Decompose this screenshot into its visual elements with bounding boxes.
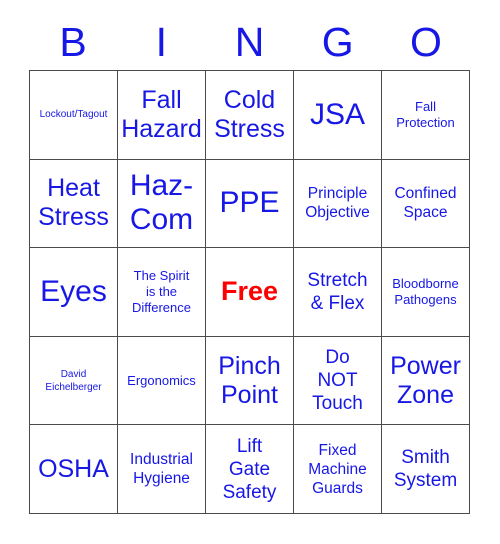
bingo-cell-r2c4[interactable]: Principle Objective: [294, 159, 382, 249]
bingo-header-letter-g: G: [321, 19, 354, 65]
bingo-cell-r3c1[interactable]: Eyes: [30, 248, 118, 337]
bingo-cell-r5c5[interactable]: Smith System: [382, 425, 470, 514]
bingo-cell-r4c5[interactable]: Power Zone: [382, 336, 470, 426]
bingo-cell-r4c2[interactable]: Ergonomics: [118, 336, 206, 426]
bingo-cell-label: Ergonomics: [127, 372, 196, 388]
bingo-cell-label: OSHA: [38, 454, 109, 483]
bingo-cell-label: Haz- Com: [129, 169, 194, 237]
bingo-header-row: B I N G O: [29, 14, 470, 70]
bingo-cell-label: Power Zone: [390, 351, 461, 409]
bingo-cell-label: Fall Protection: [396, 98, 455, 130]
bingo-cell-label: Free: [220, 276, 279, 307]
bingo-cell-label: Lift Gate Safety: [222, 435, 277, 503]
bingo-cell-label: Stretch & Flex: [307, 269, 368, 314]
bingo-cell-r3c4[interactable]: Stretch & Flex: [294, 248, 382, 337]
bingo-cell-label: Cold Stress: [214, 85, 285, 143]
bingo-cell-r1c2[interactable]: Fall Hazard: [118, 71, 206, 160]
bingo-cell-label: JSA: [309, 97, 366, 131]
bingo-header-letter-n: N: [234, 19, 265, 65]
bingo-cell-r4c1[interactable]: David Eichelberger: [30, 336, 118, 426]
bingo-cell-label: Eyes: [40, 274, 107, 308]
bingo-cell-r5c2[interactable]: Industrial Hygiene: [118, 425, 206, 514]
bingo-cell-r1c4[interactable]: JSA: [294, 71, 382, 160]
bingo-cell-label: Principle Objective: [305, 185, 370, 222]
bingo-cell-label: Smith System: [393, 447, 458, 492]
bingo-free-space[interactable]: Free: [206, 248, 294, 337]
bingo-cell-label: Industrial Hygiene: [130, 451, 193, 488]
bingo-cell-r4c4[interactable]: Do NOT Touch: [294, 336, 382, 426]
bingo-cell-label: Lockout/Tagout: [39, 109, 108, 121]
bingo-cell-r2c3[interactable]: PPE: [206, 159, 294, 249]
bingo-card: B I N G O Lockout/Tagout Fall Hazard Cold …: [0, 0, 500, 544]
bingo-header-letter-b: B: [59, 19, 87, 65]
bingo-cell-r3c2[interactable]: The Spirit is the Difference: [118, 248, 206, 337]
bingo-cell-r5c4[interactable]: Fixed Machine Guards: [294, 425, 382, 514]
bingo-cell-r4c3[interactable]: Pinch Point: [206, 336, 294, 426]
bingo-cell-r2c2[interactable]: Haz- Com: [118, 159, 206, 249]
bingo-cell-label: The Spirit is the Difference: [131, 267, 191, 315]
bingo-cell-label: Heat Stress: [38, 174, 109, 232]
bingo-cell-label: Bloodborne Pathogens: [392, 275, 459, 307]
bingo-cell-label: Confined Space: [394, 185, 457, 222]
bingo-cell-r2c5[interactable]: Confined Space: [382, 159, 470, 249]
bingo-cell-r5c3[interactable]: Lift Gate Safety: [206, 425, 294, 514]
bingo-cell-label: David Eichelberger: [45, 368, 102, 393]
bingo-cell-label: Do NOT Touch: [312, 347, 363, 415]
bingo-grid: Lockout/Tagout Fall Hazard Cold Stress JSA F…: [29, 70, 470, 514]
bingo-header-letter-i: I: [155, 19, 167, 65]
bingo-cell-r5c1[interactable]: OSHA: [30, 425, 118, 514]
bingo-cell-label: PPE: [219, 186, 280, 220]
bingo-header-letter-o: O: [409, 19, 442, 65]
bingo-cell-label: Pinch Point: [218, 351, 281, 409]
bingo-cell-r2c1[interactable]: Heat Stress: [30, 159, 118, 249]
bingo-cell-r1c1[interactable]: Lockout/Tagout: [30, 71, 118, 160]
bingo-cell-label: Fixed Machine Guards: [308, 441, 367, 497]
bingo-cell-r1c3[interactable]: Cold Stress: [206, 71, 294, 160]
bingo-cell-label: Fall Hazard: [121, 85, 202, 143]
bingo-cell-r1c5[interactable]: Fall Protection: [382, 71, 470, 160]
bingo-cell-r3c5[interactable]: Bloodborne Pathogens: [382, 248, 470, 337]
